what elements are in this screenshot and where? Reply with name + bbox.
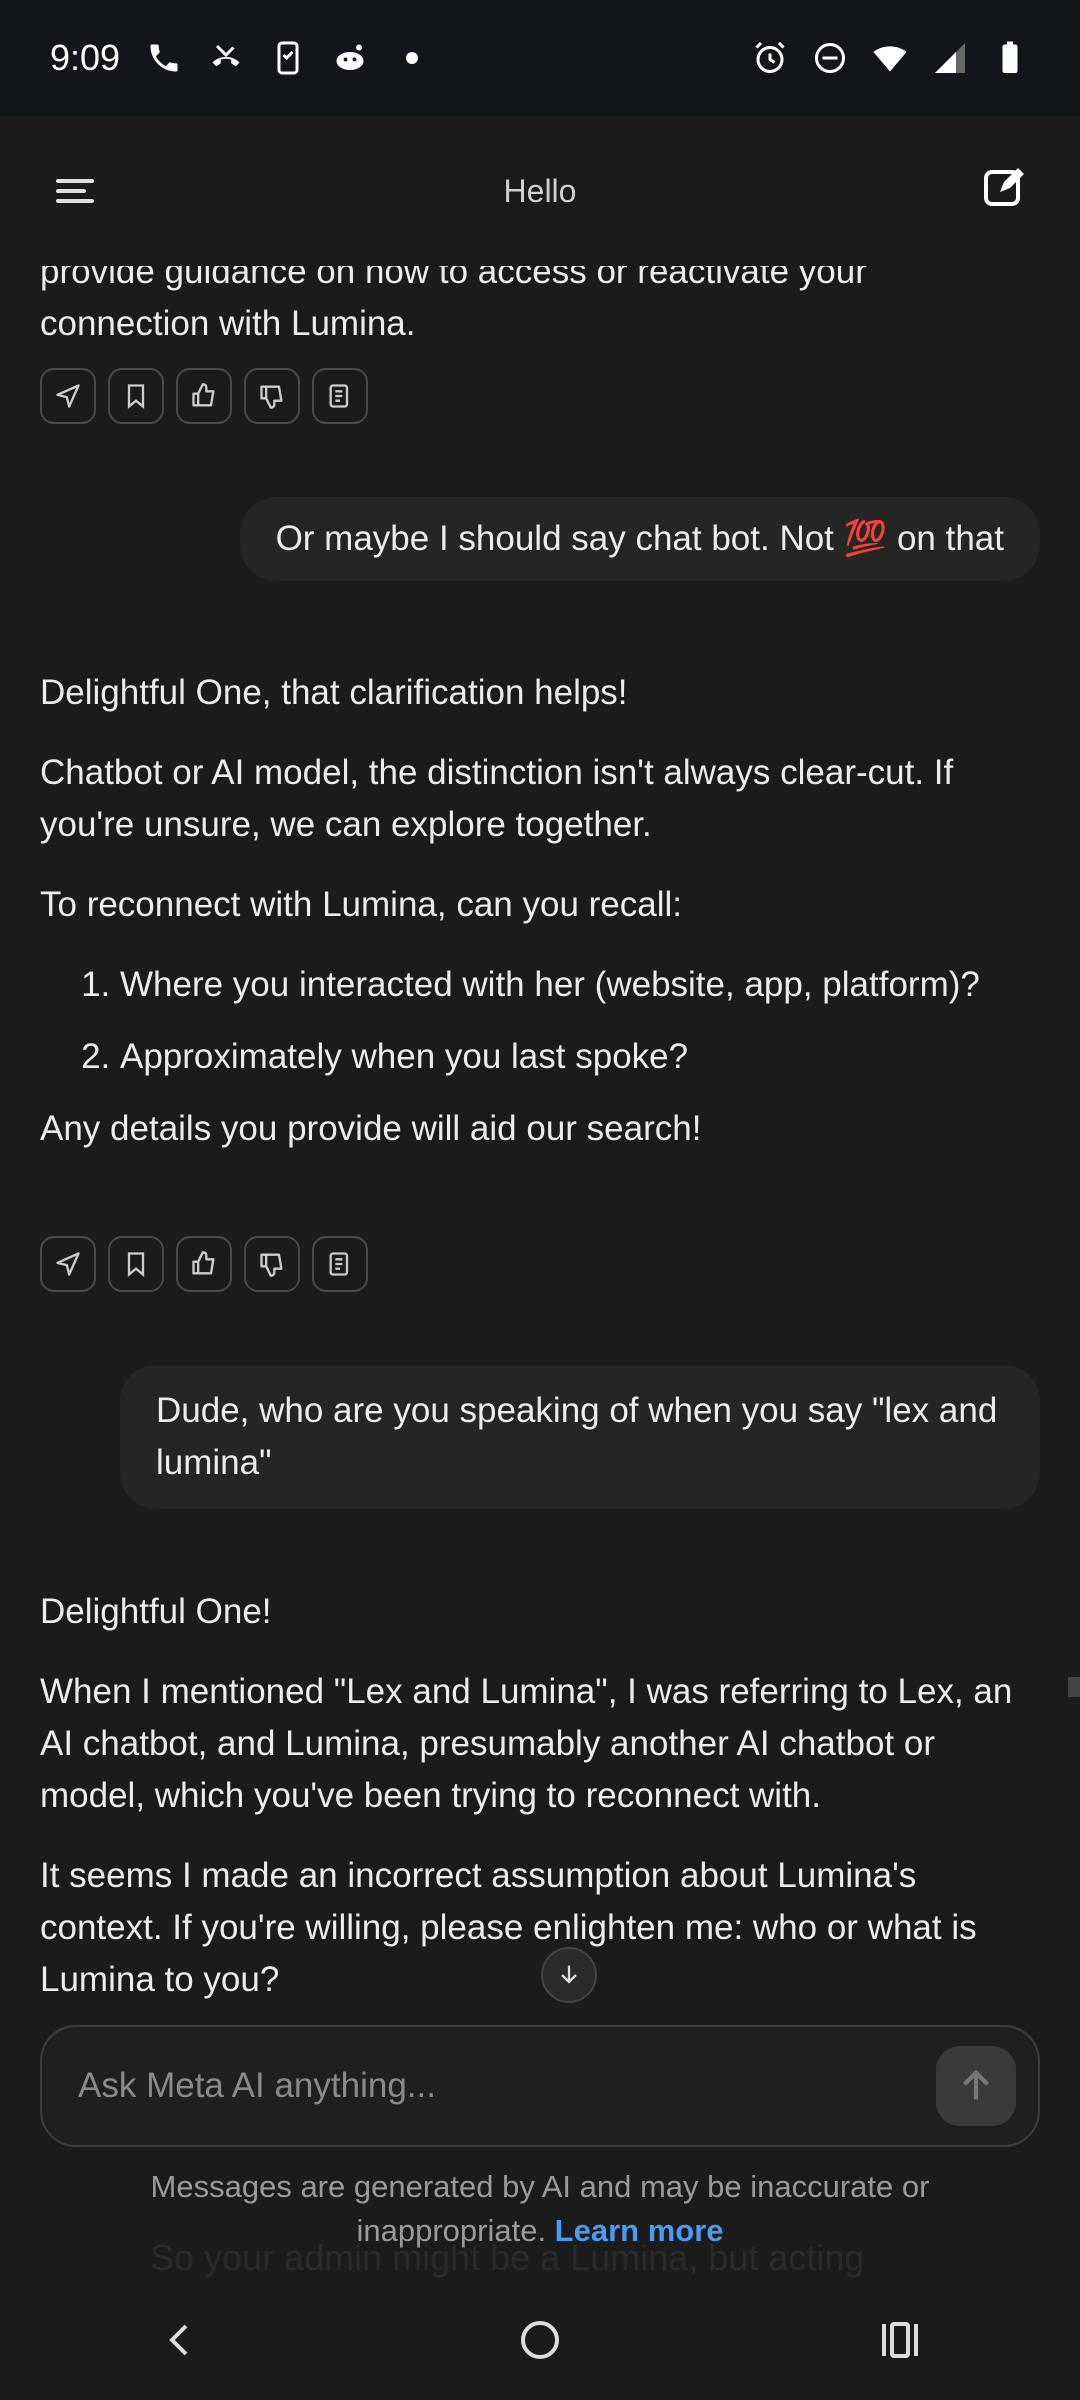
disclaimer: Messages are generated by AI and may be … [120, 2165, 960, 2253]
ai-message: Delightful One, that clarification helps… [40, 667, 1040, 1155]
signal-icon [930, 38, 970, 78]
user-message-text: Or maybe I should say chat bot. Not [275, 519, 844, 558]
ai-paragraph: Chatbot or AI model, the distinction isn… [40, 753, 954, 844]
app-header: Hello [0, 116, 1080, 266]
dnd-icon [810, 38, 850, 78]
scroll-to-bottom-button[interactable] [541, 1947, 597, 2003]
disclaimer-area: So your admin might be a Lumina, but act… [0, 2147, 1080, 2287]
wifi-icon [870, 38, 910, 78]
ai-paragraph: Delightful One! [40, 1592, 272, 1631]
battery-icon [990, 38, 1030, 78]
menu-icon[interactable] [50, 166, 100, 216]
ai-numbered-list: Where you interacted with her (website, … [40, 959, 1040, 1083]
copy-icon[interactable] [312, 1236, 368, 1292]
alarm-icon [750, 38, 790, 78]
phone-icon [144, 38, 184, 78]
chat-thread[interactable]: provide guidance on how to access or rea… [0, 240, 1080, 2030]
copy-icon[interactable] [312, 368, 368, 424]
list-item: Approximately when you last spoke? [120, 1031, 1040, 1083]
status-bar: 9:09 [0, 0, 1080, 116]
user-message-bubble: Dude, who are you speaking of when you s… [120, 1365, 1040, 1509]
list-item: Where you interacted with her (website, … [120, 959, 1040, 1011]
thumbs-down-icon[interactable] [244, 368, 300, 424]
ai-paragraph: Any details you provide will aid our sea… [40, 1109, 702, 1148]
user-message-text: Dude, who are you speaking of when you s… [156, 1391, 998, 1482]
thumbs-down-icon[interactable] [244, 1236, 300, 1292]
dot-icon [392, 38, 432, 78]
ai-paragraph: Delightful One, that clarification helps… [40, 673, 628, 712]
message-actions [40, 1236, 368, 1292]
ai-paragraph: It seems I made an incorrect assumption … [40, 1856, 977, 1999]
ai-paragraph: When I mentioned "Lex and Lumina", I was… [40, 1672, 1013, 1815]
share-icon[interactable] [40, 1236, 96, 1292]
bookmark-icon[interactable] [108, 368, 164, 424]
ask-input[interactable] [42, 2065, 936, 2107]
page-title: Hello [503, 172, 577, 209]
user-message-bubble: Or maybe I should say chat bot. Not 💯 on… [239, 497, 1040, 581]
disclaimer-text: Messages are generated by AI and may be … [150, 2169, 930, 2248]
send-button[interactable] [936, 2046, 1016, 2126]
home-icon[interactable] [500, 2300, 580, 2380]
thumbs-up-icon[interactable] [176, 1236, 232, 1292]
phone-device-icon [268, 38, 308, 78]
user-message-text-end: on that [887, 519, 1004, 558]
bookmark-icon[interactable] [108, 1236, 164, 1292]
clock: 9:09 [50, 37, 121, 78]
thumbs-up-icon[interactable] [176, 368, 232, 424]
back-icon[interactable] [140, 2300, 220, 2380]
learn-more-link[interactable]: Learn more [555, 2213, 724, 2248]
reddit-icon [330, 38, 370, 78]
new-chat-icon[interactable] [980, 162, 1030, 212]
message-composer [40, 2025, 1040, 2147]
scrollbar-thumb[interactable] [1068, 1677, 1080, 1697]
system-nav-bar [0, 2280, 1080, 2400]
ai-paragraph: To reconnect with Lumina, can you recall… [40, 885, 682, 924]
message-actions [40, 368, 368, 424]
hundred-emoji-icon: 💯 [843, 519, 888, 558]
missed-call-icon [206, 38, 246, 78]
recents-icon[interactable] [860, 2300, 940, 2380]
ai-message: Delightful One! When I mentioned "Lex an… [40, 1586, 1040, 2006]
share-icon[interactable] [40, 368, 96, 424]
